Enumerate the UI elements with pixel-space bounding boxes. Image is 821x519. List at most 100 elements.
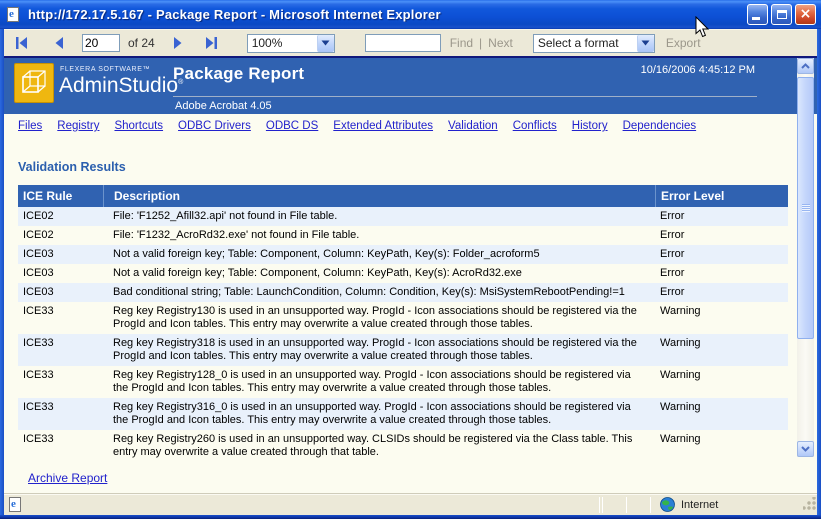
statusbar-divider bbox=[626, 497, 627, 513]
page-number-input[interactable] bbox=[82, 34, 120, 52]
flexera-brand-label: FLEXERA SOFTWARE™ bbox=[60, 66, 150, 73]
archive-report-link[interactable]: Archive Report bbox=[28, 471, 107, 485]
nav-link-history[interactable]: History bbox=[572, 120, 608, 132]
first-page-icon[interactable] bbox=[14, 36, 30, 50]
cell-level: Error bbox=[655, 264, 788, 283]
close-button[interactable]: × bbox=[795, 4, 816, 25]
status-bar: e Internet bbox=[0, 493, 821, 515]
internet-globe-icon bbox=[660, 497, 675, 512]
zoom-select[interactable]: 100% bbox=[247, 34, 335, 53]
status-page-icon: e bbox=[8, 497, 24, 513]
nav-link-conflicts[interactable]: Conflicts bbox=[513, 120, 557, 132]
cell-desc: File: 'F1252_Afill32.api' not found in F… bbox=[103, 207, 655, 226]
window-border-right bbox=[817, 29, 821, 515]
table-row: ICE33Reg key Registry260 is used in an u… bbox=[18, 430, 788, 462]
title-bar: e http://172.17.5.167 - Package Report -… bbox=[0, 0, 821, 29]
adminstudio-logo-icon bbox=[14, 63, 54, 103]
next-button[interactable]: Next bbox=[488, 36, 513, 50]
resize-grip[interactable] bbox=[803, 497, 816, 510]
find-button[interactable]: Find bbox=[450, 36, 473, 50]
format-select[interactable]: Select a format bbox=[533, 34, 655, 53]
package-name: Adobe Acrobat 4.05 bbox=[175, 100, 272, 112]
previous-page-icon[interactable] bbox=[52, 36, 68, 50]
close-icon: × bbox=[796, 5, 815, 24]
scrollbar-thumb[interactable] bbox=[797, 77, 814, 339]
cell-level: Warning bbox=[655, 430, 788, 462]
find-next-separator: | bbox=[479, 36, 482, 50]
cell-level: Warning bbox=[655, 302, 788, 334]
find-input[interactable] bbox=[365, 34, 441, 52]
maximize-button[interactable] bbox=[771, 4, 792, 25]
vertical-scrollbar[interactable] bbox=[797, 58, 814, 457]
cell-desc: Not a valid foreign key; Table: Componen… bbox=[103, 264, 655, 283]
cell-level: Error bbox=[655, 245, 788, 264]
validation-results-table: ICE Rule Description Error Level ICE02Fi… bbox=[18, 185, 788, 462]
cell-desc: Bad conditional string; Table: LaunchCon… bbox=[103, 283, 655, 302]
table-row: ICE33Reg key Registry130 is used in an u… bbox=[18, 302, 788, 334]
page-count-label: of 24 bbox=[128, 36, 155, 50]
window-border-bottom bbox=[0, 515, 821, 519]
nav-link-shortcuts[interactable]: Shortcuts bbox=[114, 120, 163, 132]
browser-window: e http://172.17.5.167 - Package Report -… bbox=[0, 0, 821, 519]
cell-rule: ICE33 bbox=[18, 334, 103, 366]
nav-link-registry[interactable]: Registry bbox=[57, 120, 99, 132]
table-body: ICE02File: 'F1252_Afill32.api' not found… bbox=[18, 207, 788, 462]
table-row: ICE02File: 'F1252_Afill32.api' not found… bbox=[18, 207, 788, 226]
header-divider bbox=[173, 96, 757, 97]
nav-link-dependencies[interactable]: Dependencies bbox=[623, 120, 697, 132]
cell-rule: ICE02 bbox=[18, 207, 103, 226]
statusbar-divider bbox=[650, 497, 651, 513]
cell-rule: ICE33 bbox=[18, 302, 103, 334]
security-zone-panel: Internet bbox=[652, 497, 797, 512]
scroll-down-button[interactable] bbox=[797, 441, 814, 457]
chevron-up-icon bbox=[801, 63, 810, 69]
cell-rule: ICE33 bbox=[18, 366, 103, 398]
export-button[interactable]: Export bbox=[666, 36, 701, 50]
nav-link-odbc-ds[interactable]: ODBC DS bbox=[266, 120, 318, 132]
cell-rule: ICE03 bbox=[18, 283, 103, 302]
cell-level: Warning bbox=[655, 334, 788, 366]
cell-level: Error bbox=[655, 207, 788, 226]
nav-link-odbc-drivers[interactable]: ODBC Drivers bbox=[178, 120, 251, 132]
scrollbar-grip bbox=[802, 204, 810, 212]
cell-level: Warning bbox=[655, 398, 788, 430]
cell-level: Warning bbox=[655, 366, 788, 398]
column-header-error-level: Error Level bbox=[655, 185, 788, 207]
cell-desc: Reg key Registry128_0 is used in an unsu… bbox=[103, 366, 655, 398]
report-nav: Files Registry Shortcuts ODBC Drivers ODBC D… bbox=[18, 120, 778, 132]
nav-link-extended-attributes[interactable]: Extended Attributes bbox=[333, 120, 433, 132]
table-row: ICE33Reg key Registry128_0 is used in an… bbox=[18, 366, 788, 398]
cell-rule: ICE03 bbox=[18, 245, 103, 264]
cell-desc: Reg key Registry130 is used in an unsupp… bbox=[103, 302, 655, 334]
nav-link-validation[interactable]: Validation bbox=[448, 120, 498, 132]
scroll-up-button[interactable] bbox=[797, 58, 814, 74]
last-page-icon[interactable] bbox=[203, 36, 219, 50]
report-timestamp: 10/16/2006 4:45:12 PM bbox=[641, 64, 755, 76]
window-title: http://172.17.5.167 - Package Report - M… bbox=[28, 7, 747, 22]
cell-desc: Reg key Registry316_0 is used in an unsu… bbox=[103, 398, 655, 430]
cell-level: Error bbox=[655, 226, 788, 245]
cell-desc: File: 'F1232_AcroRd32.exe' not found in … bbox=[103, 226, 655, 245]
report-toolbar: of 24 100% Find | Next Select a format E… bbox=[0, 29, 821, 56]
minimize-icon bbox=[752, 17, 760, 20]
cell-rule: ICE02 bbox=[18, 226, 103, 245]
chevron-down-icon bbox=[801, 446, 810, 452]
cell-level: Error bbox=[655, 283, 788, 302]
zoom-value: 100% bbox=[248, 36, 317, 50]
minimize-button[interactable] bbox=[747, 4, 768, 25]
cell-rule: ICE33 bbox=[18, 398, 103, 430]
table-row: ICE03Bad conditional string; Table: Laun… bbox=[18, 283, 788, 302]
statusbar-divider bbox=[602, 497, 603, 513]
statusbar-divider bbox=[599, 497, 600, 513]
nav-link-files[interactable]: Files bbox=[18, 120, 42, 132]
section-title: Validation Results bbox=[18, 160, 126, 174]
chevron-down-icon bbox=[317, 35, 334, 52]
table-row: ICE02File: 'F1232_AcroRd32.exe' not foun… bbox=[18, 226, 788, 245]
cell-desc: Reg key Registry318 is used in an unsupp… bbox=[103, 334, 655, 366]
cell-desc: Not a valid foreign key; Table: Componen… bbox=[103, 245, 655, 264]
page-title: Package Report bbox=[173, 64, 304, 84]
next-page-icon[interactable] bbox=[169, 36, 185, 50]
ie-document-icon: e bbox=[6, 7, 22, 23]
table-row: ICE03Not a valid foreign key; Table: Com… bbox=[18, 245, 788, 264]
table-header-row: ICE Rule Description Error Level bbox=[18, 185, 788, 207]
